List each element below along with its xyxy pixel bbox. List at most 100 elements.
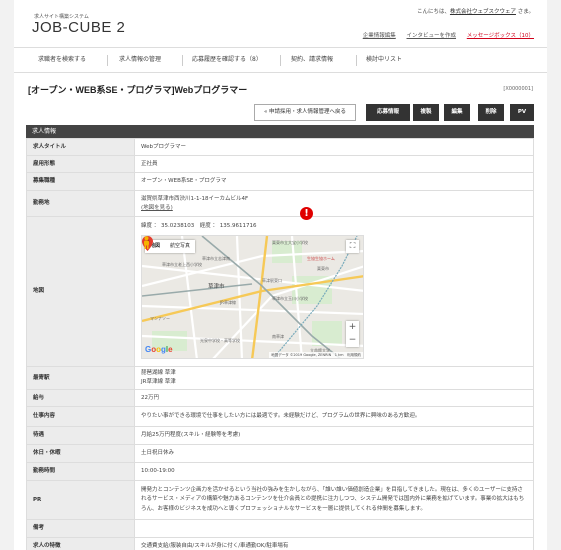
table-row: PR 開発力とコンテンツ企画力を活かせるという当社の強みを生かしながら、「誰い誰…: [26, 480, 534, 520]
poi-label: 栗東市立大宝小学校: [272, 240, 308, 245]
table-row: 地図 緯度 ： 35.0238103 経度 ： 135.9611716 地図 航…: [26, 216, 534, 367]
row-value: 開発力とコンテンツ企画力を活かせるという当社の強みを生かしながら、「誰い誰い価値…: [134, 480, 534, 520]
table-row: 最寄駅 琵琶湖線 草津 JR草津線 草津: [26, 366, 534, 390]
table-row: 休日・休暇 土日祝日休み: [26, 444, 534, 463]
city-label: 草津市: [208, 284, 225, 290]
row-label: 最寄駅: [26, 366, 135, 390]
greeting-prefix: こんにちは、: [416, 9, 450, 15]
zoom-in-button[interactable]: +: [346, 321, 359, 334]
row-value: 月給25万円程度(スキル・経験等を考慮): [134, 426, 534, 445]
table-row: 求人タイトル Webプログラマー: [26, 138, 534, 156]
poi-label: 光泉中学校・高等学校: [200, 338, 240, 343]
pv-button[interactable]: PV: [510, 104, 534, 121]
address: 滋賀県草津市西渋川1-1-18イーカムビル4F: [141, 195, 249, 202]
google-logo: Google: [145, 345, 173, 354]
interview-link[interactable]: インタビューを作成: [407, 33, 457, 39]
row-label: 求人タイトル: [26, 138, 135, 156]
page: 求人サイト構築システム JOB-CUBE 2 こんにちは、株式会社ウェブスクウェ…: [14, 0, 547, 550]
poi-label: 生協生協ホーム: [307, 256, 335, 261]
table-row: 求人の特徴 交通費支給/服装自由/スキルが身に付く/車通勤OK/駐車場有: [26, 537, 534, 550]
map-attribution: 地図データ ©2019 Google, ZENRIN 1 km 利用規約: [269, 352, 363, 358]
row-value: 正社員: [134, 155, 534, 173]
map[interactable]: 地図 航空写真 ⛶ 草津市 栗東市立大宝小学校 草津市立老上西小学校 草津市立志…: [141, 235, 364, 359]
nav-separator: [107, 55, 108, 66]
map-type-satellite[interactable]: 航空写真: [165, 240, 195, 253]
row-label: 勤務時間: [26, 462, 135, 481]
row-label: 募集職種: [26, 172, 135, 191]
edit-button[interactable]: 編集: [444, 104, 470, 121]
view-map-link[interactable]: (地図を見る): [141, 204, 527, 213]
nav-applications[interactable]: 応募履歴を確認する（8）: [192, 48, 262, 72]
station-line-2: JR草津線 草津: [141, 379, 176, 385]
row-label: 雇用形態: [26, 155, 135, 173]
coordinates: 緯度 ： 35.0238103 経度 ： 135.9611716: [141, 223, 257, 229]
row-value: 滋賀県草津市西渋川1-1-18イーカムビル4F (地図を見る): [134, 190, 534, 217]
table-row: 募集職種 オープン・WEB系SE・プログラマ: [26, 172, 534, 191]
row-value: 10:00-19:00: [134, 462, 534, 481]
row-value: オープン・WEB系SE・プログラマ: [134, 172, 534, 191]
table-row: 給与 22万円: [26, 389, 534, 407]
logo[interactable]: JOB-CUBE 2: [32, 19, 125, 36]
zoom-control: + −: [346, 321, 359, 347]
row-label: 求人の特徴: [26, 537, 135, 550]
copy-button[interactable]: 複製: [413, 104, 439, 121]
row-label: 休日・休暇: [26, 444, 135, 463]
company-link[interactable]: 株式会社ウェブスクウェア: [450, 9, 516, 15]
row-label: 給与: [26, 389, 135, 407]
row-value: 交通費支給/服装自由/スキルが身に付く/車通勤OK/駐車場有: [134, 537, 534, 550]
poi-label: マンナソー: [150, 316, 170, 321]
row-label: 備考: [26, 519, 135, 538]
row-value: 22万円: [134, 389, 534, 407]
row-label: PR: [26, 480, 135, 520]
row-value: やりたい事ができる環境で仕事をしたい方には最適です。未経験だけど、プログラムの世…: [134, 406, 534, 427]
poi-label: 草津市立玉川小学校: [272, 296, 308, 301]
station-line-1: 琵琶湖線 草津: [141, 370, 176, 376]
page-title: [オープン・WEB系SE・プログラマ]Webプログラマー: [28, 85, 248, 95]
job-detail-table: 求人タイトル Webプログラマー 雇用形態 正社員 募集職種 オープン・WEB系…: [26, 138, 534, 550]
row-value: Webプログラマー: [134, 138, 534, 156]
row-value: 琵琶湖線 草津 JR草津線 草津: [134, 366, 534, 390]
poi-label: 草津市立老上西小学校: [162, 262, 202, 267]
row-label: 仕事内容: [26, 406, 135, 427]
nav-review-list[interactable]: 検討中リスト: [366, 48, 402, 72]
nav-separator: [356, 55, 357, 66]
back-to-list-button[interactable]: « 申請採用・求人情報管理へ戻る: [254, 104, 356, 121]
poi-label: JR草津線: [220, 300, 236, 305]
poi-label: 草津駅東口: [262, 278, 282, 283]
row-label: 勤務地: [26, 190, 135, 217]
greeting-suffix: さま。: [515, 9, 534, 15]
company-info-link[interactable]: 企業情報編集: [363, 33, 396, 39]
table-row: 勤務時間 10:00-19:00: [26, 462, 534, 481]
poi-label: 草津市立志津南: [202, 256, 230, 261]
table-row: 待遇 月給25万円程度(スキル・経験等を考慮): [26, 426, 534, 445]
nav-separator: [182, 55, 183, 66]
section-header: 求人情報: [26, 125, 534, 138]
row-value: [134, 519, 534, 538]
nav-contracts[interactable]: 契約、請求情報: [291, 48, 333, 72]
table-row: 雇用形態 正社員: [26, 155, 534, 173]
row-label: 地図: [26, 216, 135, 367]
pegman-icon[interactable]: [142, 236, 151, 249]
table-row: 仕事内容 やりたい事ができる環境で仕事をしたい方には最適です。未経験だけど、プロ…: [26, 406, 534, 427]
main-nav: 求職者を検索する 求人情報の管理 応募履歴を確認する（8） 契約、請求情報 検討…: [14, 47, 547, 73]
top-links: 企業情報編集 インタビューを作成 メッセージボックス（10）: [354, 31, 534, 39]
nav-separator: [280, 55, 281, 66]
message-box-link[interactable]: メッセージボックス（10）: [467, 33, 534, 39]
table-row: 備考: [26, 519, 534, 538]
poi-label: 南草津: [272, 334, 284, 339]
alert-icon: !: [300, 207, 313, 220]
delete-button[interactable]: 削除: [478, 104, 504, 121]
row-label: 待遇: [26, 426, 135, 445]
row-value: 土日祝日休み: [134, 444, 534, 463]
apply-info-button[interactable]: 応募情報: [366, 104, 410, 121]
poi-label: 栗東市: [317, 266, 329, 271]
fullscreen-icon[interactable]: ⛶: [346, 240, 359, 253]
table-row: 勤務地 滋賀県草津市西渋川1-1-18イーカムビル4F (地図を見る): [26, 190, 534, 217]
map-cell: 緯度 ： 35.0238103 経度 ： 135.9611716 地図 航空写真…: [134, 216, 534, 367]
nav-search-candidates[interactable]: 求職者を検索する: [38, 48, 86, 72]
greeting: こんにちは、株式会社ウェブスクウェア さま。: [417, 7, 534, 15]
header: 求人サイト構築システム JOB-CUBE 2 こんにちは、株式会社ウェブスクウェ…: [14, 0, 547, 46]
zoom-out-button[interactable]: −: [346, 334, 359, 347]
job-id: [X0000001]: [503, 86, 533, 92]
nav-job-management[interactable]: 求人情報の管理: [119, 48, 161, 72]
